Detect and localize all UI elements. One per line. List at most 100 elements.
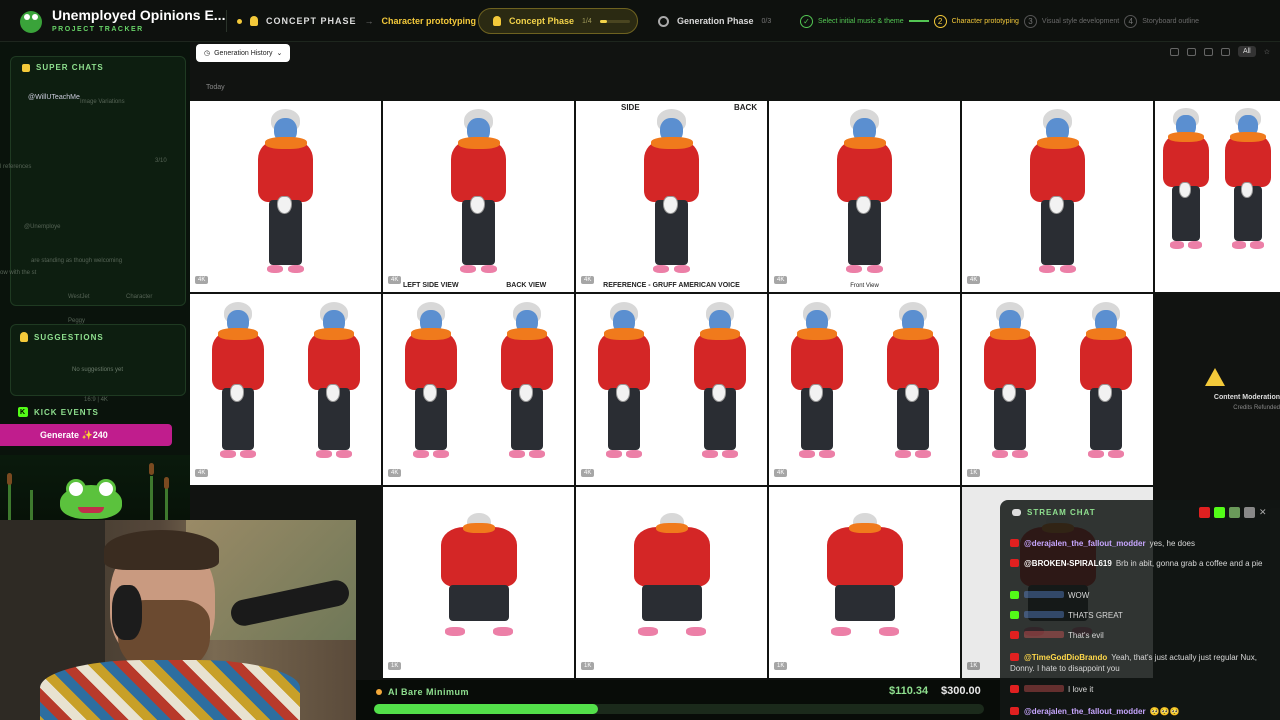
chat-text: yes, he does xyxy=(1149,539,1195,548)
render-fur xyxy=(410,328,451,340)
donation-goal-bar: AI Bare Minimum $110.34 $300.00 xyxy=(356,680,1000,720)
tile-caption: REFERENCE - GRUFF AMERICAN VOICE xyxy=(603,282,740,289)
render-jacket xyxy=(1079,332,1132,390)
goal-dot-icon xyxy=(376,689,382,695)
step-2-label[interactable]: Character prototyping xyxy=(952,18,1019,25)
render-shoe xyxy=(1231,241,1247,249)
generate-button[interactable]: Generate ✨240 xyxy=(0,424,172,446)
gallery-tile[interactable]: 4K xyxy=(190,294,381,485)
chat-message: @TimeGodDioBrando Yeah, that's just actua… xyxy=(1010,652,1270,674)
resolution-badge: 4K xyxy=(967,276,981,284)
render-mask xyxy=(1001,384,1016,402)
status-dot-icon xyxy=(237,18,242,24)
generation-history-label: Generation History xyxy=(214,49,273,57)
ghost-character-type: Character xyxy=(126,294,153,300)
gallery-tile-partial[interactable] xyxy=(1155,101,1280,292)
concept-phase-pill[interactable]: Concept Phase 1/4 xyxy=(478,8,638,34)
render-mask xyxy=(325,384,340,402)
gallery-tile[interactable]: 4K xyxy=(383,294,574,485)
step-4-label[interactable]: Storyboard outline xyxy=(1142,18,1199,25)
render-shoe xyxy=(894,450,911,458)
date-group-label: Today xyxy=(206,84,225,91)
chat-message: That's evil xyxy=(1010,630,1270,641)
lightbulb-icon xyxy=(250,16,258,26)
render-fur xyxy=(217,328,258,340)
suggestions-empty: No suggestions yet xyxy=(72,367,124,373)
chat-bubble-icon xyxy=(1012,509,1021,516)
breadcrumb-step[interactable]: Character prototyping xyxy=(382,16,477,26)
youtube-icon xyxy=(1010,707,1019,715)
youtube-icon xyxy=(1199,507,1210,518)
render-mask xyxy=(808,384,823,402)
step-4-number[interactable]: 4 xyxy=(1124,14,1138,28)
suggestions-header: SUGGESTIONS xyxy=(20,332,104,342)
step-1-label[interactable]: Select initial music & theme xyxy=(818,18,904,25)
render-fur xyxy=(655,523,688,533)
render-fur xyxy=(650,136,693,150)
generation-phase-pill[interactable]: Generation Phase 0/3 xyxy=(650,8,780,34)
kick-icon xyxy=(1010,611,1019,619)
phase-breadcrumb: CONCEPT PHASE → Character prototyping xyxy=(226,10,476,32)
chat-username-hidden xyxy=(1024,611,1064,618)
grid-view-icon[interactable] xyxy=(1169,47,1179,56)
step-3-number[interactable]: 3 xyxy=(1023,14,1037,28)
goal-target: $300.00 xyxy=(941,685,981,697)
render-jacket xyxy=(790,332,843,390)
warning-icon xyxy=(1205,368,1225,386)
step-2-number[interactable]: 2 xyxy=(933,14,947,28)
render-fur xyxy=(1230,131,1266,143)
gallery-tile[interactable]: 1K xyxy=(576,487,767,678)
close-icon[interactable]: ✕ xyxy=(1259,507,1270,518)
render-pants xyxy=(448,585,509,621)
resolution-badge: 4K xyxy=(388,469,402,477)
chat-username[interactable]: @BROKEN-SPIRAL619 xyxy=(1024,559,1112,568)
chat-message: WOW xyxy=(1010,590,1270,601)
render-mask xyxy=(856,195,871,215)
render-shoe xyxy=(492,627,513,636)
video-filter-icon[interactable] xyxy=(1203,47,1213,56)
render-jacket xyxy=(451,140,506,202)
render-shoe xyxy=(878,627,899,636)
gallery-tile[interactable]: 1K xyxy=(962,294,1153,485)
step-1-check-icon[interactable]: ✓ xyxy=(800,14,813,28)
generation-phase-label: Generation Phase xyxy=(677,16,754,26)
gallery-tile[interactable]: 4K Front View xyxy=(769,101,960,292)
frog-logo-icon xyxy=(20,11,42,33)
render-shoe xyxy=(818,450,835,458)
render-shoe xyxy=(1107,450,1124,458)
step-3-label[interactable]: Visual style development xyxy=(1042,18,1119,25)
content-moderation-notice: Content Moderation Credits Refunded xyxy=(1155,294,1280,484)
gear-icon xyxy=(658,15,669,27)
filter-all-button[interactable]: All xyxy=(1237,46,1256,57)
super-chats-header: SUPER CHATS xyxy=(22,63,104,72)
gallery-tile[interactable]: 4K xyxy=(962,101,1153,292)
ghost-character-1: WestJet xyxy=(68,294,90,300)
kick-events-header: K KICK EVENTS xyxy=(18,407,99,417)
concept-progress-bar xyxy=(599,19,630,23)
resolution-badge: 1K xyxy=(581,662,595,670)
gallery-tile[interactable]: 4K REFERENCE - GRUFF AMERICAN VOICE SIDE BA… xyxy=(576,101,767,292)
star-icon[interactable]: ☆ xyxy=(1264,48,1270,56)
audio-filter-icon[interactable] xyxy=(1220,47,1230,56)
gallery-tile[interactable]: 1K xyxy=(769,487,960,678)
resolution-badge: 1K xyxy=(967,469,981,477)
render-shoe xyxy=(914,450,931,458)
chat-username[interactable]: @derajalen_the_fallout_modder xyxy=(1024,707,1146,716)
chat-text: WOW xyxy=(1068,591,1090,600)
youtube-icon xyxy=(1010,653,1019,661)
chat-username[interactable]: @derajalen_the_fallout_modder xyxy=(1024,539,1146,548)
generation-history-button[interactable]: ◷ Generation History ⌄ xyxy=(196,44,291,62)
gallery-tile[interactable]: 4K xyxy=(769,294,960,485)
gallery-tile[interactable]: 1K xyxy=(383,487,574,678)
chat-text: 🥺🥺🥺 xyxy=(1149,707,1180,716)
gallery-tile[interactable]: 4K xyxy=(190,101,381,292)
gallery-tile[interactable]: 4K LEFT SIDE VIEW BACK VIEW xyxy=(383,101,574,292)
app-title: Unemployed Opinions E... xyxy=(52,7,226,23)
chat-username[interactable]: @TimeGodDioBrando xyxy=(1024,653,1107,662)
top-bar: Unemployed Opinions E... PROJECT TRACKER… xyxy=(0,0,1280,42)
image-filter-icon[interactable] xyxy=(1186,47,1196,56)
resolution-badge: 4K xyxy=(195,469,209,477)
render-jacket xyxy=(983,332,1036,390)
render-jacket xyxy=(837,140,892,202)
gallery-tile[interactable]: 4K xyxy=(576,294,767,485)
